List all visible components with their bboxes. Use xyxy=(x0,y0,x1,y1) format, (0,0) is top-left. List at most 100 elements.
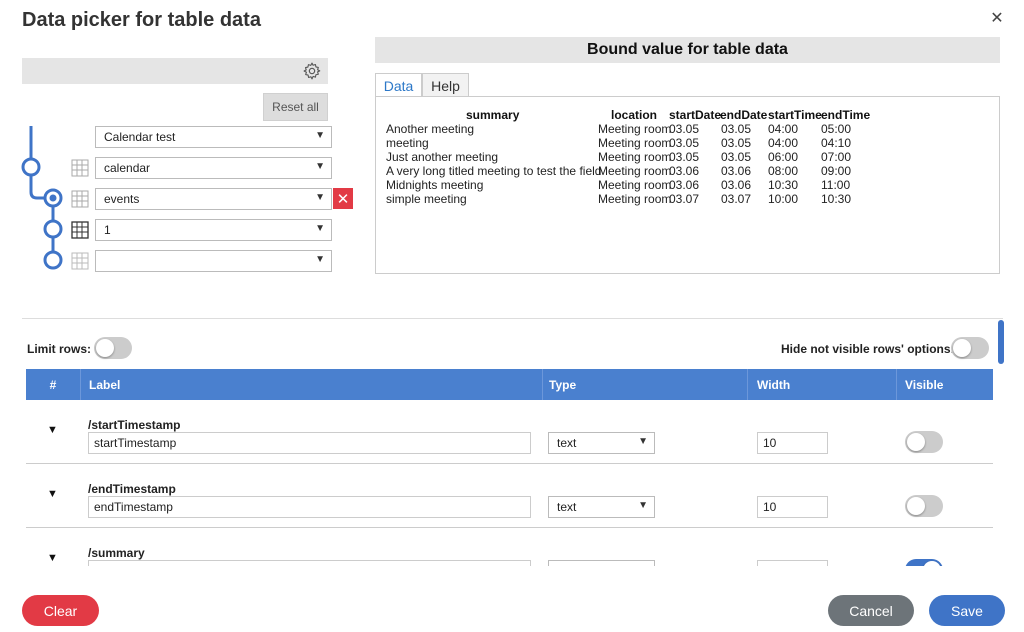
caret-down-icon: ▼ xyxy=(315,130,325,141)
caret-down-icon: ▼ xyxy=(638,500,648,511)
data-cell: 03.05 xyxy=(669,122,700,136)
gear-icon[interactable] xyxy=(302,61,322,81)
data-cell: 04:00 xyxy=(768,122,799,136)
data-cell: 03.06 xyxy=(669,178,700,192)
data-cell: 10:30 xyxy=(821,192,852,206)
close-icon[interactable]: ✕ xyxy=(988,10,1006,28)
hide-rows-toggle[interactable] xyxy=(951,337,989,359)
cancel-button[interactable]: Cancel xyxy=(828,595,914,626)
data-cell: Just another meeting xyxy=(386,150,499,164)
expand-caret-icon[interactable]: ▼ xyxy=(47,424,58,436)
expand-caret-icon[interactable]: ▼ xyxy=(47,488,58,500)
section-divider xyxy=(22,318,1003,319)
data-cell: meeting xyxy=(386,136,429,150)
tree-connector xyxy=(21,126,63,270)
width-input[interactable] xyxy=(757,560,828,566)
data-cell: 03.05 xyxy=(721,122,752,136)
width-input[interactable]: 10 xyxy=(757,432,828,454)
visible-toggle[interactable] xyxy=(905,559,943,566)
type-select-value: text xyxy=(557,500,577,514)
data-cell: 03.07 xyxy=(721,192,752,206)
caret-down-icon: ▼ xyxy=(315,192,325,203)
data-cell: 03.05 xyxy=(669,150,700,164)
remove-level-button[interactable]: ✕ xyxy=(333,188,353,209)
column-header: startTime xyxy=(768,108,822,122)
label-input[interactable]: startTimestamp xyxy=(88,432,531,454)
data-cell: 04:00 xyxy=(768,136,799,150)
data-cell: Meeting room xyxy=(598,122,672,136)
data-cell: simple meeting xyxy=(386,192,467,206)
header-type: Type xyxy=(543,369,748,400)
data-cell: Meeting room xyxy=(598,164,672,178)
header-label: Label xyxy=(81,369,543,400)
table-icon xyxy=(71,252,89,270)
tree-node-4 xyxy=(43,250,63,270)
data-cell: 03.06 xyxy=(721,164,752,178)
column-header: endTime xyxy=(821,108,871,122)
data-cell: 03.05 xyxy=(669,136,700,150)
visible-toggle[interactable] xyxy=(905,431,943,453)
data-cell: 07:00 xyxy=(821,150,852,164)
source-select-value: Calendar test xyxy=(104,130,176,144)
type-select[interactable] xyxy=(548,560,655,566)
limit-rows-label: Limit rows: xyxy=(27,342,92,356)
data-cell: 10:00 xyxy=(768,192,799,206)
data-cell: 09:00 xyxy=(821,164,852,178)
tab-help[interactable]: Help xyxy=(422,73,469,97)
data-cell: 04:10 xyxy=(821,136,852,150)
level-2-select[interactable]: events ▼ xyxy=(95,188,332,210)
data-cell: 03.06 xyxy=(721,178,752,192)
data-cell: Meeting room xyxy=(598,178,672,192)
caret-down-icon: ▼ xyxy=(315,161,325,172)
column-path: /startTimestamp xyxy=(88,418,181,432)
level-4-select[interactable]: ▼ xyxy=(95,250,332,272)
caret-down-icon: ▼ xyxy=(315,223,325,234)
save-button[interactable]: Save xyxy=(929,595,1005,626)
columns-table-body: ▼ /startTimestamp startTimestamp text ▼ … xyxy=(26,400,993,566)
row-divider xyxy=(26,527,993,528)
bound-data-table: summary location startDate endDate start… xyxy=(375,96,1000,274)
type-select[interactable]: text ▼ xyxy=(548,496,655,518)
data-cell: 08:00 xyxy=(768,164,799,178)
column-header: startDate xyxy=(669,108,722,122)
caret-down-icon: ▼ xyxy=(638,436,648,447)
clear-button[interactable]: Clear xyxy=(22,595,99,626)
limit-rows-toggle[interactable] xyxy=(94,337,132,359)
column-header: endDate xyxy=(720,108,768,122)
width-input[interactable]: 10 xyxy=(757,496,828,518)
column-path: /endTimestamp xyxy=(88,482,176,496)
data-cell: 03.05 xyxy=(721,150,752,164)
column-header: location xyxy=(611,108,658,122)
level-1-select-value: calendar xyxy=(104,161,151,175)
data-cell: Another meeting xyxy=(386,122,475,136)
row-divider xyxy=(26,463,993,464)
tree-node-3 xyxy=(43,219,63,239)
label-input[interactable] xyxy=(88,560,531,566)
level-3-select[interactable]: 1 ▼ xyxy=(95,219,332,241)
data-cell: 06:00 xyxy=(768,150,799,164)
dialog-title: Data picker for table data xyxy=(22,9,261,31)
level-3-select-value: 1 xyxy=(104,223,111,237)
bound-value-header: Bound value for table data xyxy=(375,37,1000,63)
data-cell: 11:00 xyxy=(821,178,851,192)
data-cell: A very long titled meeting to test the f… xyxy=(386,164,602,178)
visible-toggle[interactable] xyxy=(905,495,943,517)
path-bar xyxy=(22,58,328,84)
column-path: /summary xyxy=(88,546,145,560)
type-select-value: text xyxy=(557,436,577,450)
source-select[interactable]: Calendar test ▼ xyxy=(95,126,332,148)
data-cell: 10:30 xyxy=(768,178,799,192)
label-input[interactable]: endTimestamp xyxy=(88,496,531,518)
data-cell: 03.06 xyxy=(669,164,700,178)
expand-caret-icon[interactable]: ▼ xyxy=(47,552,58,564)
data-cell: Midnights meeting xyxy=(386,178,484,192)
reset-all-button[interactable]: Reset all xyxy=(263,93,328,121)
level-1-select[interactable]: calendar ▼ xyxy=(95,157,332,179)
tab-data[interactable]: Data xyxy=(375,73,422,97)
data-cell: 03.07 xyxy=(669,192,700,206)
data-cell: Meeting room xyxy=(598,136,672,150)
type-select[interactable]: text ▼ xyxy=(548,432,655,454)
columns-table-header: # Label Type Width Visible xyxy=(26,369,993,400)
data-cell: 03.05 xyxy=(721,136,752,150)
scrollbar[interactable] xyxy=(998,320,1004,364)
